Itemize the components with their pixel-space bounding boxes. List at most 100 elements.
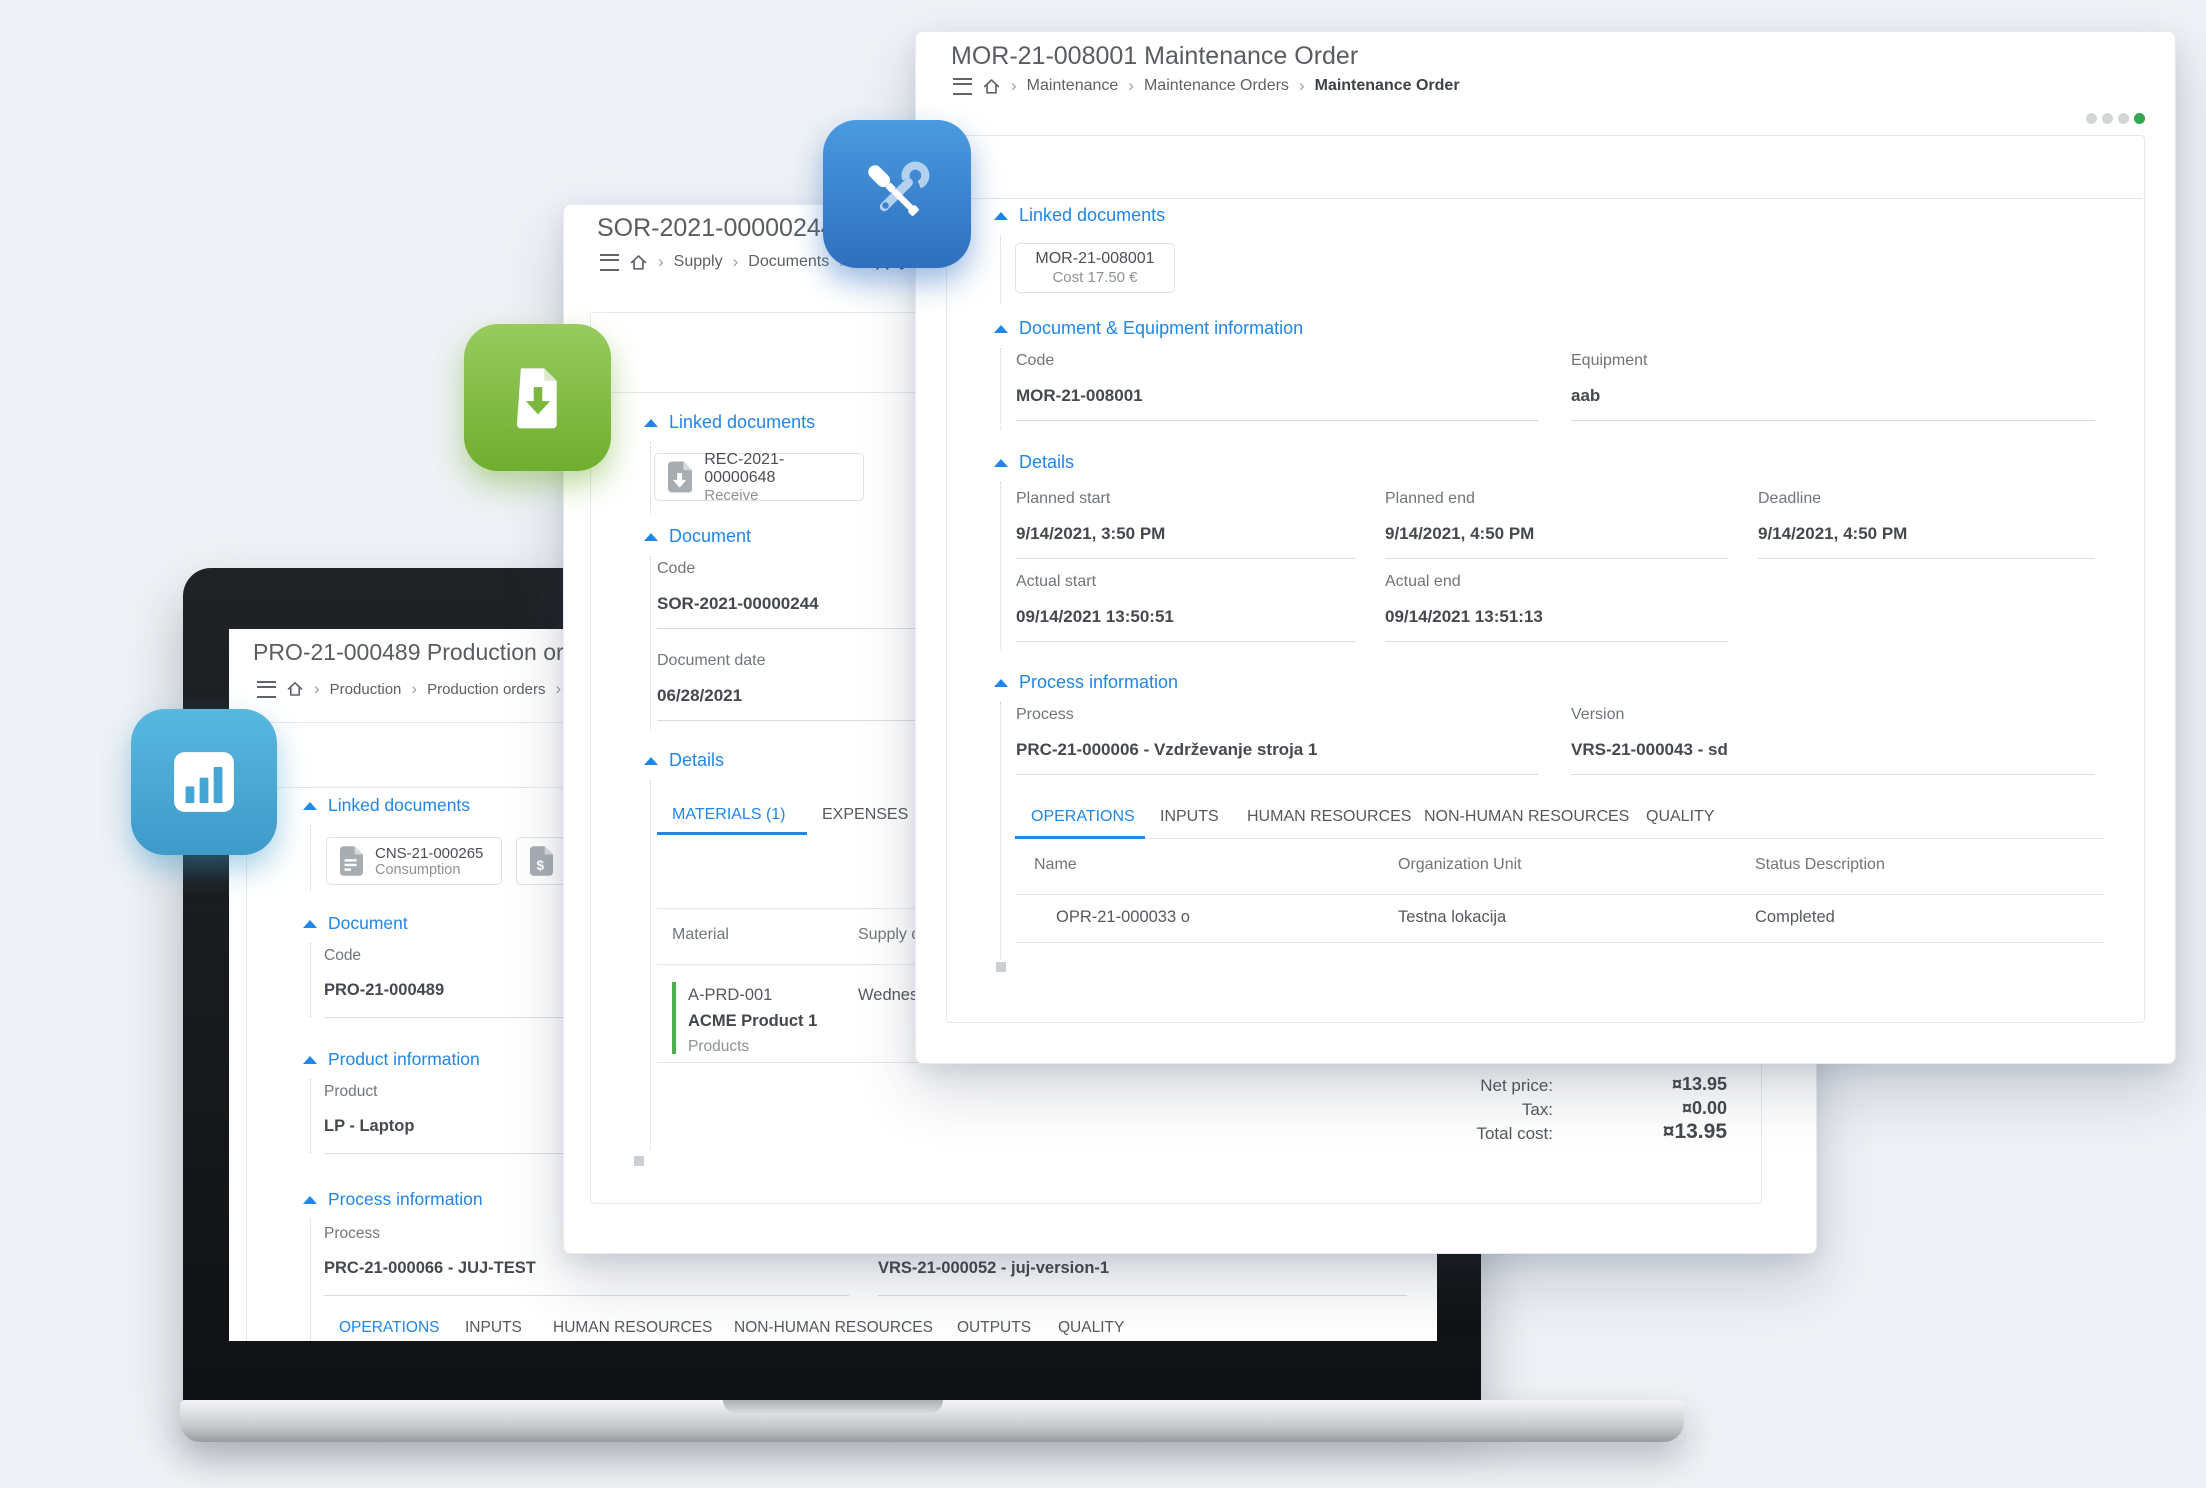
field-underline [1016,420,1539,421]
linked-document-card[interactable]: REC-2021-00000648 Receive [654,453,864,501]
scene: PRO-21-000489 Production order Productio… [0,0,2206,1488]
section-header-process-information[interactable]: Process information [303,1189,483,1210]
field-underline [1571,774,2095,775]
tab-inputs[interactable]: INPUTS [1160,808,1219,826]
section-tree-line [1000,348,1001,430]
menu-icon[interactable] [257,681,276,698]
code-value[interactable]: MOR-21-008001 [1016,386,1143,406]
collapse-icon [994,459,1008,467]
breadcrumb-item-maintenance[interactable]: Maintenance [1027,77,1119,95]
collapse-icon [303,1056,317,1064]
tab-expenses[interactable]: EXPENSES [822,806,908,824]
section-header-linked-documents[interactable]: Linked documents [303,795,470,816]
breadcrumb-separator [1011,76,1017,96]
actual-start-label: Actual start [1016,573,1096,591]
status-dots [2086,113,2145,124]
collapse-icon [303,802,317,810]
collapse-icon [994,325,1008,333]
planned-start-value[interactable]: 9/14/2021, 3:50 PM [1016,524,1165,544]
total-cost-value: ¤13.95 [1560,1120,1727,1144]
menu-icon[interactable] [953,78,972,95]
menu-icon[interactable] [600,254,619,271]
code-value[interactable]: PRO-21-000489 [324,981,444,1000]
linked-document-card[interactable]: MOR-21-008001 Cost 17.50 € [1015,243,1175,293]
tab-inputs[interactable]: INPUTS [465,1319,522,1337]
breadcrumb-item-production[interactable]: Production [330,681,402,698]
breadcrumb: Production Production orders [257,679,561,699]
section-tree-line [310,825,311,891]
breadcrumb-item-supply[interactable]: Supply [674,253,723,271]
section-header-linked-documents[interactable]: Linked documents [644,412,815,433]
planned-end-value[interactable]: 9/14/2021, 4:50 PM [1385,524,1534,544]
breadcrumb-separator [411,679,417,699]
breadcrumb-item-documents[interactable]: Documents [748,253,829,271]
tab-non-human-resources[interactable]: NON-HUMAN RESOURCES [734,1319,933,1337]
section-header-label: Linked documents [669,412,815,433]
section-tree-line [1000,235,1001,304]
field-underline [878,1295,1407,1296]
tab-human-resources[interactable]: HUMAN RESOURCES [1247,808,1411,826]
equipment-label: Equipment [1571,352,1648,370]
field-underline [1571,420,2095,421]
product-value[interactable]: LP - Laptop [324,1117,414,1136]
version-value[interactable]: VRS-21-000052 - juj-version-1 [878,1259,1109,1278]
section-header-label: Linked documents [1019,205,1165,226]
operation-org-unit[interactable]: Testna lokacija [1398,908,1506,927]
home-icon[interactable] [286,680,304,698]
tab-non-human-resources[interactable]: NON-HUMAN RESOURCES [1424,808,1629,826]
section-header-label: Document [669,526,751,547]
breadcrumb-item-production-orders[interactable]: Production orders [427,681,545,698]
material-name[interactable]: ACME Product 1 [688,1012,817,1031]
column-header-material[interactable]: Material [672,926,729,944]
breadcrumb-separator [1299,76,1305,96]
field-underline [1758,558,2095,559]
tab-operations[interactable]: OPERATIONS [339,1319,439,1337]
code-label: Code [324,947,361,965]
section-header-product-information[interactable]: Product information [303,1049,480,1070]
collapse-icon [303,1196,317,1204]
section-header-details[interactable]: Details [994,452,1074,473]
actual-start-value[interactable]: 09/14/2021 13:50:51 [1016,607,1174,627]
operation-status[interactable]: Completed [1755,908,1835,927]
section-header-linked-documents[interactable]: Linked documents [994,205,1165,226]
code-value[interactable]: SOR-2021-00000244 [657,594,819,614]
breadcrumb-separator [733,252,739,272]
version-value[interactable]: VRS-21-000043 - sd [1571,740,1728,760]
linked-document-card[interactable]: CNS-21-000265 Consumption [326,837,502,885]
process-label: Process [1016,706,1074,724]
actual-end-value[interactable]: 09/14/2021 13:51:13 [1385,607,1543,627]
process-value[interactable]: PRC-21-000006 - Vzdrževanje stroja 1 [1016,740,1317,760]
column-header-organization-unit[interactable]: Organization Unit [1398,856,1522,874]
section-header-process-information[interactable]: Process information [994,672,1178,693]
section-header-document[interactable]: Document [644,526,751,547]
section-header-label: Linked documents [328,795,470,816]
process-value[interactable]: PRC-21-000066 - JUJ-TEST [324,1259,536,1278]
tab-quality[interactable]: QUALITY [1646,808,1714,826]
linked-document-type: Receive [704,487,851,504]
home-icon[interactable] [629,253,648,272]
tax-label: Tax: [1390,1100,1553,1120]
section-tree-line [310,1219,311,1341]
tab-materials[interactable]: MATERIALS (1) [672,806,786,824]
document-date-value[interactable]: 06/28/2021 [657,686,742,706]
tab-operations[interactable]: OPERATIONS [1031,808,1135,826]
deadline-value[interactable]: 9/14/2021, 4:50 PM [1758,524,1907,544]
code-label: Code [657,560,695,578]
linked-document-code: CNS-21-000265 [375,845,483,862]
tab-outputs[interactable]: OUTPUTS [957,1319,1031,1337]
version-label: Version [1571,706,1624,724]
planned-start-label: Planned start [1016,490,1110,508]
column-header-status-description[interactable]: Status Description [1755,856,1885,874]
section-header-details[interactable]: Details [644,750,724,771]
tab-human-resources[interactable]: HUMAN RESOURCES [553,1319,712,1337]
table-row-divider [1015,942,2105,943]
home-icon[interactable] [982,77,1001,96]
section-header-document-equipment[interactable]: Document & Equipment information [994,318,1303,339]
equipment-value[interactable]: aab [1571,386,1600,406]
material-code[interactable]: A-PRD-001 [688,986,772,1005]
breadcrumb-item-maintenance-orders[interactable]: Maintenance Orders [1144,77,1289,95]
operation-name[interactable]: OPR-21-000033 o [1056,908,1190,927]
section-header-document[interactable]: Document [303,913,408,934]
column-header-name[interactable]: Name [1034,856,1077,874]
tab-quality[interactable]: QUALITY [1058,1319,1124,1337]
